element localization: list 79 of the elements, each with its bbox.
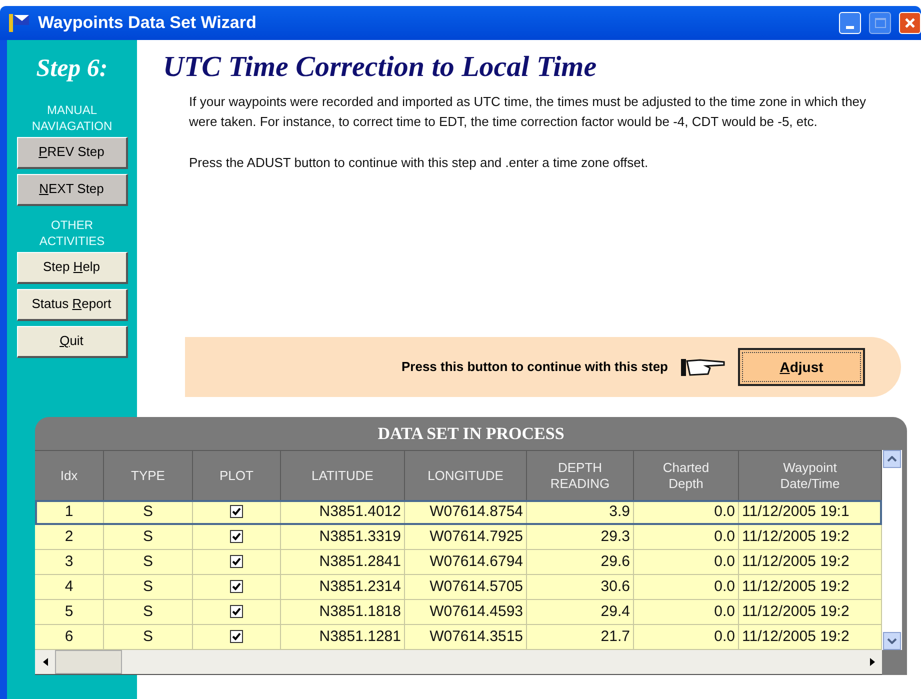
table-cell: 30.6 <box>600 578 630 595</box>
table-cell: W07614.5705 <box>430 578 523 595</box>
table-cell: N3851.4012 <box>319 503 401 520</box>
sidebar-button[interactable]: Quit <box>16 326 128 358</box>
table-cell: 11/12/2005 19:2 <box>742 628 850 645</box>
horizontal-scrollbar[interactable] <box>35 650 882 675</box>
table-cell: 0.0 <box>714 528 735 545</box>
table-cell: 11/12/2005 19:2 <box>742 528 850 545</box>
close-button[interactable] <box>899 12 921 34</box>
table-cell: N3851.2841 <box>319 553 401 570</box>
table-cell: 11/12/2005 19:2 <box>742 578 850 595</box>
pointing-hand-icon <box>680 356 726 378</box>
scroll-thumb[interactable] <box>55 650 122 674</box>
page-heading: UTC Time Correction to Local Time <box>163 50 598 84</box>
table-row[interactable]: 2 S N3851.3319 W07614.7925 29.3 0.0 11/12/2005 19:2 <box>35 525 882 550</box>
table-cell: S <box>142 503 153 520</box>
table-cell: 0.0 <box>714 553 735 570</box>
table-cell: 11/12/2005 19:2 <box>742 553 850 570</box>
section-heading: MANUAL NAVIAGATION <box>30 102 114 134</box>
table-cell: 29.3 <box>600 528 630 545</box>
table-cell: S <box>142 528 153 545</box>
table-cell: 11/12/2005 19:1 <box>742 503 850 520</box>
table-cell: 2 <box>64 528 74 545</box>
table-cell: 4 <box>64 578 74 595</box>
table-cell: 29.6 <box>600 553 630 570</box>
table-cell: N3851.1281 <box>319 628 401 645</box>
table-cell: 3 <box>64 553 74 570</box>
table-cell: W07614.6794 <box>430 553 523 570</box>
table-cell: 0.0 <box>714 628 735 645</box>
action-prompt: Press this button to continue with this step <box>401 358 668 376</box>
table-cell: 0.0 <box>714 503 735 520</box>
section-heading: OTHER ACTIVITIES <box>38 216 106 248</box>
scroll-up-icon[interactable] <box>883 450 901 468</box>
table-cell: W07614.8754 <box>430 503 523 520</box>
table-cell: W07614.7925 <box>430 528 523 545</box>
close-icon <box>904 17 916 29</box>
sidebar-button[interactable]: PREV Step <box>16 136 128 168</box>
table-cell: 0.0 <box>714 578 735 595</box>
sidebar-button[interactable]: NEXT Step <box>16 174 128 206</box>
table-cell: S <box>142 628 153 645</box>
plot-checkbox[interactable] <box>230 630 243 643</box>
plot-checkbox[interactable] <box>230 530 243 543</box>
flag-icon <box>8 13 30 33</box>
minimize-button[interactable] <box>839 12 861 34</box>
table-cell: 11/12/2005 19:2 <box>742 603 850 620</box>
table-cell: N3851.1818 <box>319 603 401 620</box>
sidebar-button[interactable]: Step Help <box>16 252 128 284</box>
adjust-button[interactable]: Adjust <box>738 348 865 386</box>
instruction-text: If your waypoints were recorded and imported as UTC time, the times must be adjusted to the time zone in which they were taken. For instance, to correct time to EDT, the time correction factor would be -4, CDT would be -5, etc. <box>189 93 868 131</box>
table-cell: 0.0 <box>714 603 735 620</box>
table-cell: 1 <box>64 503 74 520</box>
table-cell: 3.9 <box>609 503 630 520</box>
table-cell: 5 <box>64 603 74 620</box>
table-cell: S <box>142 603 153 620</box>
step-label: Step 6: <box>36 54 108 84</box>
plot-checkbox[interactable] <box>230 555 243 568</box>
table-cell: 29.4 <box>600 603 630 620</box>
plot-checkbox[interactable] <box>230 580 243 593</box>
table-cell: 6 <box>64 628 74 645</box>
table-title: DATA SET IN PROCESS <box>376 422 566 445</box>
instruction-text: Press the ADUST button to continue with this step and .enter a time zone offset. <box>189 154 650 172</box>
table-cell: W07614.4593 <box>430 603 523 620</box>
sidebar-button[interactable]: Status Report <box>16 288 128 320</box>
plot-checkbox[interactable] <box>230 605 243 618</box>
table-cell: W07614.3515 <box>430 628 523 645</box>
plot-checkbox[interactable] <box>230 505 243 518</box>
window-title: Waypoints Data Set Wizard <box>38 12 256 34</box>
table-row[interactable]: 4 S N3851.2314 W07614.5705 30.6 0.0 11/12/2005 19:2 <box>35 575 882 600</box>
table-cell: S <box>142 553 153 570</box>
table-row[interactable]: 5 S N3851.1818 W07614.4593 29.4 0.0 11/12/2005 19:2 <box>35 600 882 625</box>
table-cell: N3851.2314 <box>319 578 401 595</box>
table-cell: 21.7 <box>600 628 630 645</box>
table-row[interactable]: 6 S N3851.1281 W07614.3515 21.7 0.0 11/12/2005 19:2 <box>35 625 882 650</box>
table-row[interactable]: 3 S N3851.2841 W07614.6794 29.6 0.0 11/12/2005 19:2 <box>35 550 882 575</box>
scroll-down-icon[interactable] <box>883 632 901 650</box>
table-cell: S <box>142 578 153 595</box>
vertical-scrollbar[interactable] <box>882 450 902 650</box>
table-row[interactable]: 1 S N3851.4012 W07614.8754 3.9 0.0 11/12/2005 19:1 <box>35 500 882 525</box>
table-cell: N3851.3319 <box>319 528 401 545</box>
